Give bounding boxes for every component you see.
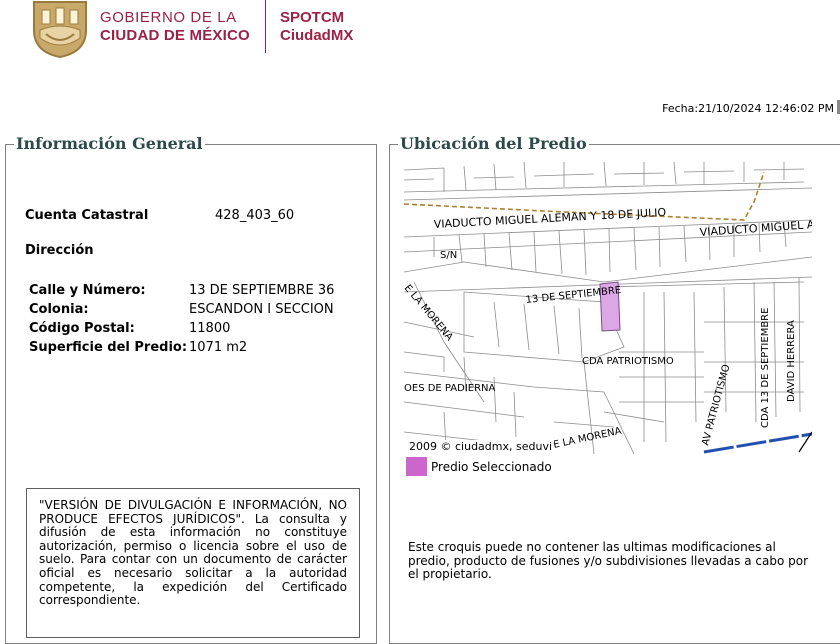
map-credit: 2009 © ciudadmx, seduvi xyxy=(407,440,555,453)
cdmx-coat-of-arms-icon xyxy=(30,0,90,59)
cuenta-catastral-label: Cuenta Catastral xyxy=(25,208,149,223)
app-name-line2: CiudadMX xyxy=(280,27,354,44)
colonia-value: ESCANDON I SECCION xyxy=(189,302,334,317)
app-name-line1: SPOTCM xyxy=(280,9,345,26)
colonia-label: Colonia: xyxy=(29,302,89,317)
predio-legend-swatch xyxy=(406,457,427,476)
street-label-cda-13: CDA 13 DE SEPTIEMBRE xyxy=(760,308,771,428)
predio-map[interactable]: VIADUCTO MIGUEL ALEMAN Y 18 DE JULIO VIA… xyxy=(404,162,812,454)
fecha-timestamp: Fecha:21/10/2024 12:46:02 PM xyxy=(662,102,834,115)
direccion-label: Dirección xyxy=(25,243,94,258)
superficie-value: 1071 m2 xyxy=(189,340,248,355)
street-label-la-morena: E LA MORENA xyxy=(404,283,455,343)
calle-label: Calle y Número: xyxy=(29,283,146,298)
codigo-postal-label: Código Postal: xyxy=(29,321,135,336)
superficie-label: Superficie del Predio: xyxy=(29,340,188,355)
street-label-av-patriotismo: AV PATRIOTISMO xyxy=(700,363,732,447)
street-label-padierna: OES DE PADIERNA xyxy=(404,383,496,394)
street-label-viaducto-2: VIADUCTO MIGUEL A xyxy=(699,218,812,239)
informacion-general-legend: Información General xyxy=(14,134,205,153)
predio-legend-label: Predio Seleccionado xyxy=(431,460,552,474)
calle-value: 13 DE SEPTIEMBRE 36 xyxy=(189,283,335,298)
header-divider xyxy=(265,0,266,53)
cuenta-catastral-value: 428_403_60 xyxy=(215,208,295,223)
ubicacion-predio-legend: Ubicación del Predio xyxy=(398,134,589,153)
street-label-david-herrera: DAVID HERRERA xyxy=(786,320,797,402)
gov-name-line2: CIUDAD DE MÉXICO xyxy=(100,27,250,44)
street-label-sn: S/N xyxy=(440,250,457,261)
codigo-postal-value: 11800 xyxy=(189,321,231,336)
gov-name-line1: GOBIERNO DE LA xyxy=(100,9,237,26)
disclaimer-box: "VERSIÓN DE DIVULGACIÓN E INFORMACIÓN, N… xyxy=(26,488,360,638)
croquis-note: Este croquis puede no contener las ultim… xyxy=(408,540,809,581)
street-label-la-morena-2: E LA MORENA xyxy=(552,426,622,451)
street-label-cda-patriotismo: CDA PATRIOTISMO xyxy=(582,356,674,367)
